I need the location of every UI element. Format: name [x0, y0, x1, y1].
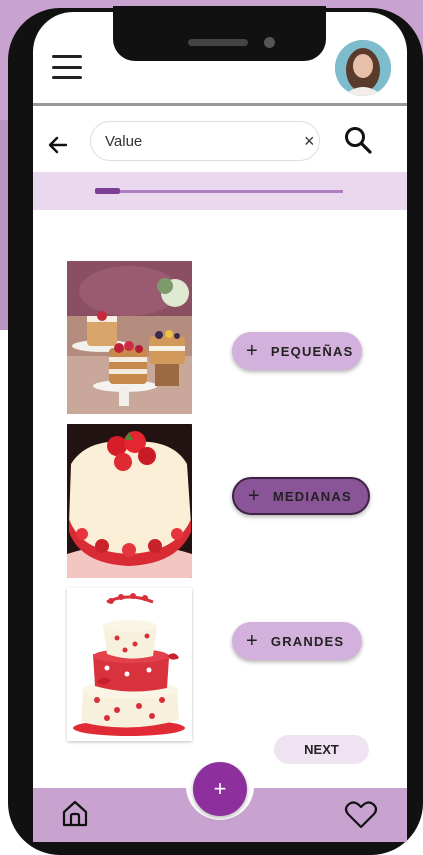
- phone-camera: [264, 37, 275, 48]
- category-button-medianas[interactable]: + MEDIANAS: [232, 477, 370, 515]
- category-label: PEQUEÑAS: [270, 343, 354, 359]
- search-icon[interactable]: [343, 125, 373, 155]
- plus-icon: +: [248, 485, 261, 507]
- category-label: GRANDES: [270, 633, 345, 649]
- large-cake-image: [67, 588, 192, 741]
- clear-icon[interactable]: ×: [304, 131, 315, 152]
- menu-icon[interactable]: [52, 55, 82, 79]
- header-divider: [33, 103, 407, 106]
- plus-icon: +: [246, 630, 259, 652]
- phone-speaker: [188, 39, 248, 46]
- small-cakes-image: [67, 261, 192, 414]
- category-label: MEDIANAS: [272, 488, 352, 504]
- search-input[interactable]: [105, 132, 304, 150]
- avatar[interactable]: [335, 40, 391, 96]
- medium-cake-image: [67, 424, 192, 578]
- home-icon[interactable]: [60, 798, 90, 828]
- arrow-left-icon[interactable]: [46, 133, 70, 157]
- heart-icon[interactable]: [344, 800, 378, 830]
- phone-notch: [113, 6, 326, 61]
- add-button[interactable]: +: [193, 762, 247, 816]
- progress-fill: [95, 188, 120, 194]
- progress-track: [95, 190, 343, 193]
- next-button[interactable]: NEXT: [274, 735, 369, 764]
- search-field[interactable]: ×: [90, 121, 320, 161]
- category-button-grandes[interactable]: + GRANDES: [232, 622, 362, 660]
- plus-icon: +: [246, 340, 259, 362]
- category-button-pequenas[interactable]: + PEQUEÑAS: [232, 332, 362, 370]
